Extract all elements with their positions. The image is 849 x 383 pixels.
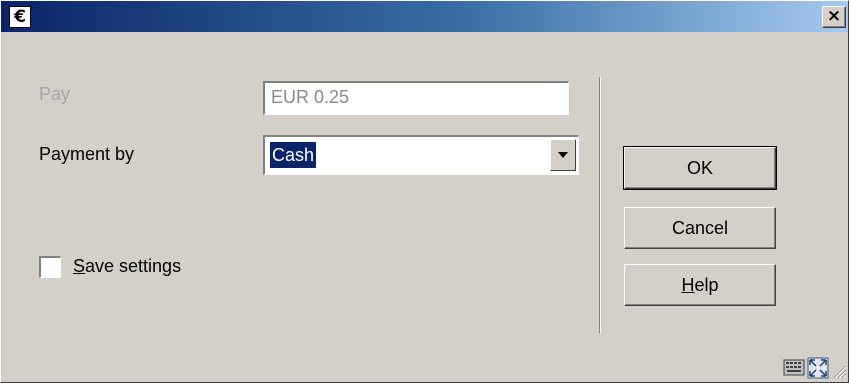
- close-icon: ×: [826, 6, 842, 26]
- payment-by-select[interactable]: Cash: [263, 135, 579, 175]
- payment-dialog: € × Pay EUR 0.25 Payment by Cash Save se…: [0, 0, 849, 383]
- ok-button[interactable]: OK: [623, 146, 777, 190]
- resize-grip-icon[interactable]: [831, 363, 847, 379]
- payment-by-selected-value: Cash: [270, 142, 317, 168]
- pay-field: EUR 0.25: [263, 81, 569, 115]
- title-bar[interactable]: € ×: [1, 1, 848, 32]
- cancel-button[interactable]: Cancel: [624, 207, 776, 249]
- save-settings-label[interactable]: Save settings: [73, 256, 181, 277]
- save-settings-checkbox[interactable]: [39, 256, 61, 278]
- help-button[interactable]: Help: [624, 264, 776, 306]
- dropdown-arrow-icon[interactable]: [550, 139, 576, 171]
- save-settings-mnemonic: S: [73, 256, 86, 276]
- help-label-rest: elp: [694, 275, 719, 295]
- euro-icon: €: [9, 6, 31, 28]
- vertical-separator: [599, 77, 601, 333]
- pay-label: Pay: [39, 84, 71, 104]
- close-button[interactable]: ×: [822, 6, 846, 28]
- fullscreen-icon[interactable]: [807, 357, 829, 379]
- payment-by-label: Payment by: [39, 144, 135, 164]
- help-mnemonic: H: [681, 275, 695, 295]
- save-settings-label-rest: ave settings: [85, 256, 182, 276]
- keyboard-icon[interactable]: [783, 357, 805, 377]
